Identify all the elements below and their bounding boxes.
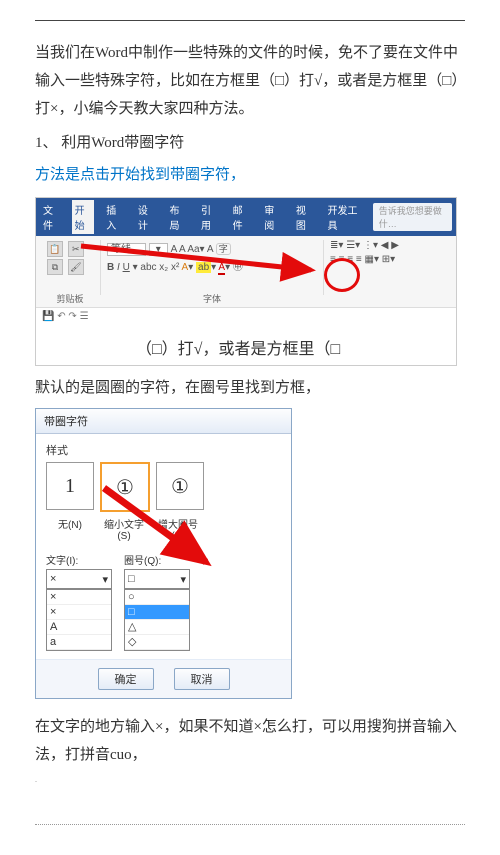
customize-icon: ☰ xyxy=(80,311,89,322)
style-none-label: 无(N) xyxy=(46,516,94,542)
border-icon: ⊞▾ xyxy=(382,254,395,265)
style-options-row: 1 ① ① xyxy=(46,462,281,512)
group-font-label: 字体 xyxy=(101,292,323,305)
format-painter-icon: 🖌 xyxy=(68,259,84,275)
chevron-down-icon: ▾ xyxy=(180,573,186,586)
style-section-label: 样式 xyxy=(46,442,281,458)
font-color-icon: A xyxy=(218,262,225,275)
cut-icon: ✂ xyxy=(68,241,84,257)
tab-review: 审阅 xyxy=(261,200,284,234)
ring-listbox: ○ □ △ ◇ xyxy=(124,589,190,651)
bold-icon: B xyxy=(107,262,114,273)
justify-icon: ≡ xyxy=(356,254,362,265)
tab-file: 文件 xyxy=(40,200,63,234)
tab-design: 设计 xyxy=(135,200,158,234)
cancel-button: 取消 xyxy=(174,668,230,690)
bottom-rule xyxy=(35,824,465,825)
shading-icon: ▦▾ xyxy=(365,254,379,265)
enclosed-char-button: ㊥ xyxy=(233,262,243,273)
shrink-font-icon: A xyxy=(179,244,185,255)
tab-insert: 插入 xyxy=(103,200,126,234)
italic-icon: I xyxy=(117,262,120,273)
text-effect-icon: A xyxy=(182,262,189,273)
indent-left-icon: ◀ xyxy=(381,240,389,251)
ribbon-body: 📋 ✂ ⧉ 🖌 剪贴板 等线 ▾ A A Aa▾ A 字 B I xyxy=(36,236,456,307)
copy-icon: ⧉ xyxy=(47,259,63,275)
method-1-step: 方法是点击开始找到带圈字符， xyxy=(35,161,465,189)
text-dropdown: ×▾ xyxy=(46,569,112,589)
numbering-icon: ☰▾ xyxy=(346,240,360,251)
style-enlarge-label: 增大圈号(E) xyxy=(154,516,202,542)
quick-access-toolbar: 💾 ↶ ↷ ☰ xyxy=(36,307,456,325)
red-circle-annotation xyxy=(324,258,360,292)
ring-dropdown: □▾ xyxy=(124,569,190,589)
underline-icon: U xyxy=(123,262,130,273)
document-sample-text: （□）打√，或者是方框里（□ xyxy=(36,325,456,365)
save-icon: 💾 xyxy=(42,311,54,322)
enclosed-char-dialog-screenshot: 带圈字符 样式 1 ① ① 无(N) 缩小文字(S) 增大圈号(E) 文字(I)… xyxy=(35,408,292,699)
ring-field-label: 圈号(Q): xyxy=(124,552,190,567)
text-listbox: × × A a xyxy=(46,589,112,651)
grow-font-icon: A xyxy=(171,244,177,255)
footer-mark: . xyxy=(35,775,465,784)
ribbon-tab-row: 文件 开始 插入 设计 布局 引用 邮件 审阅 视图 开发工具 告诉我您想要做什… xyxy=(36,198,456,236)
dialog-title: 带圈字符 xyxy=(36,409,291,434)
tab-view: 视图 xyxy=(293,200,316,234)
font-size-box: ▾ xyxy=(149,243,168,256)
clear-format-icon: A xyxy=(207,244,213,255)
tell-me-box: 告诉我您想要做什… xyxy=(373,203,452,231)
style-enlarge-box: ① xyxy=(156,462,204,510)
method-1-heading: 1、 利用Word带圈字符 xyxy=(35,129,465,157)
style-shrink-label: 缩小文字(S) xyxy=(100,516,148,542)
sup-icon: x² xyxy=(171,262,179,273)
paragraph-3: 在文字的地方输入×，如果不知道×怎么打，可以用搜狗拼音输入法，打拼音cuo， xyxy=(35,713,465,769)
redo-icon: ↷ xyxy=(68,311,76,322)
chevron-down-icon: ▾ xyxy=(102,573,108,586)
tab-ref: 引用 xyxy=(198,200,221,234)
word-ribbon-screenshot: 文件 开始 插入 设计 布局 引用 邮件 审阅 视图 开发工具 告诉我您想要做什… xyxy=(35,197,457,366)
tab-home: 开始 xyxy=(72,200,95,234)
tab-dev: 开发工具 xyxy=(324,200,363,234)
ok-button: 确定 xyxy=(98,668,154,690)
multilevel-icon: ⋮▾ xyxy=(363,240,378,251)
top-rule xyxy=(35,20,465,21)
strike-icon: abc xyxy=(140,262,156,273)
group-clipboard-label: 剪贴板 xyxy=(40,292,100,305)
tab-layout: 布局 xyxy=(166,200,189,234)
change-case-icon: Aa▾ xyxy=(187,244,204,255)
font-name-box: 等线 xyxy=(107,243,146,256)
paragraph-2: 默认的是圆圈的字符，在圈号里找到方框， xyxy=(35,374,465,402)
bullets-icon: ≣▾ xyxy=(330,240,343,251)
highlight-icon: ab xyxy=(196,262,211,273)
style-shrink-box: ① xyxy=(100,462,150,512)
paste-icon: 📋 xyxy=(47,241,63,257)
enclosed-char-icon: 字 xyxy=(216,243,231,255)
style-none-box: 1 xyxy=(46,462,94,510)
undo-icon: ↶ xyxy=(57,311,65,322)
paragraph-1: 当我们在Word中制作一些特殊的文件的时候，免不了要在文件中输入一些特殊字符，比… xyxy=(35,39,465,123)
text-field-label: 文字(I): xyxy=(46,552,112,567)
tab-mail: 邮件 xyxy=(230,200,253,234)
sub-icon: x₂ xyxy=(159,262,168,273)
indent-right-icon: ▶ xyxy=(391,240,399,251)
